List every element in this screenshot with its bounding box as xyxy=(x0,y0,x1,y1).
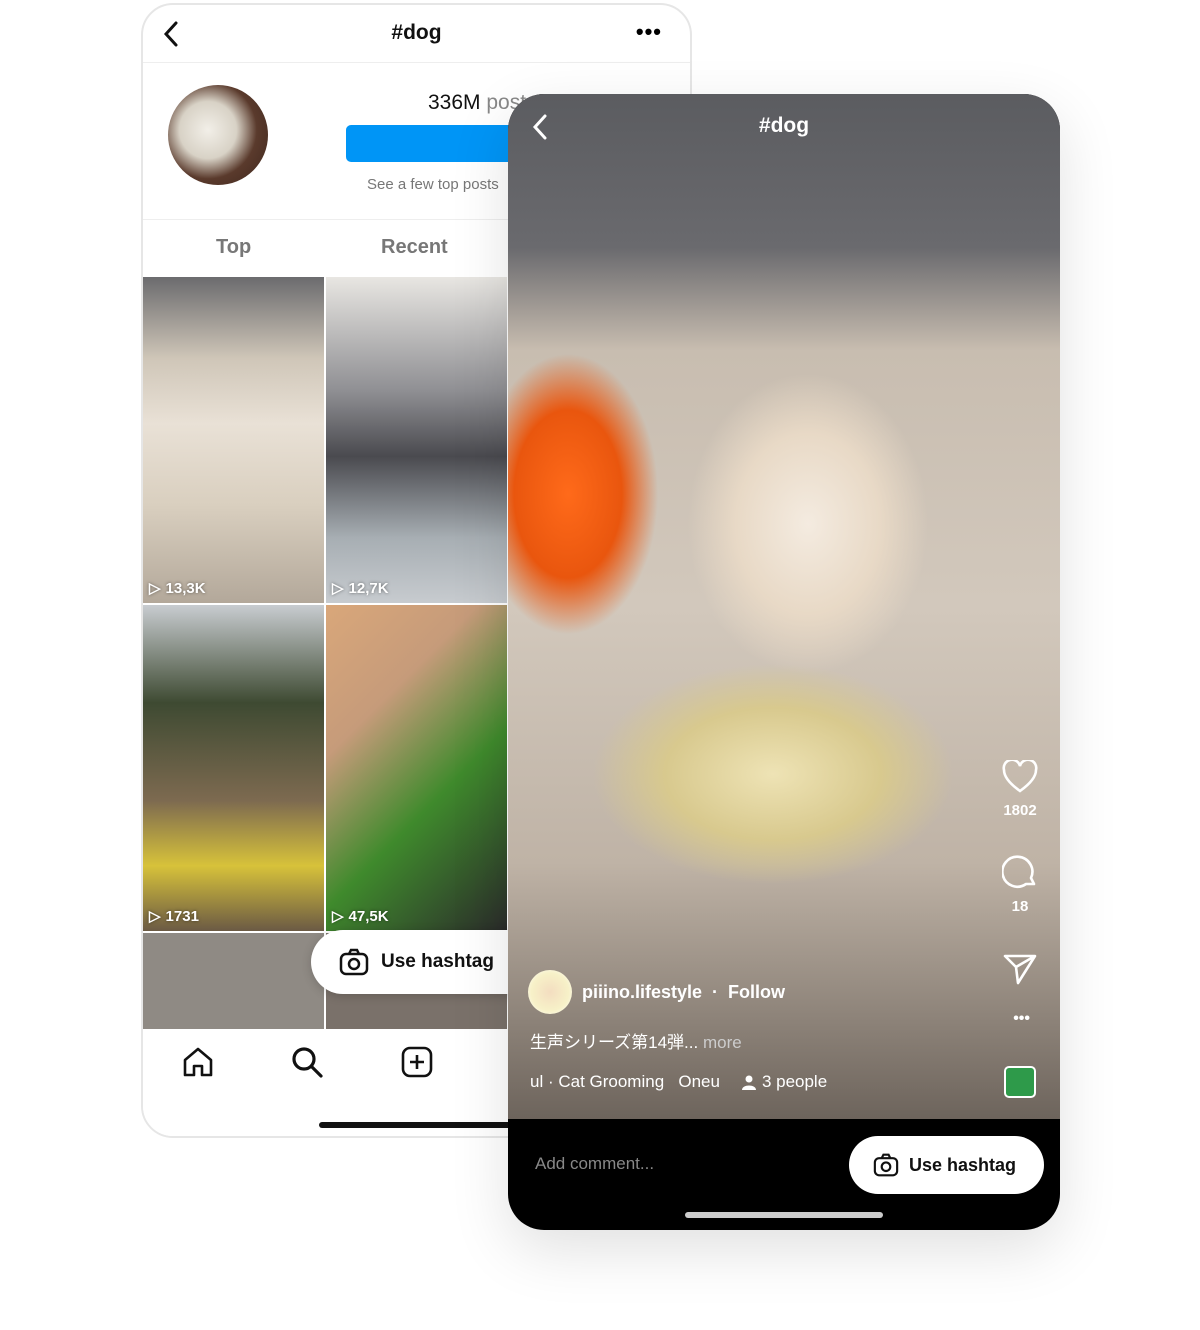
like-count: 1802 xyxy=(1003,802,1037,819)
reel-title: #dog xyxy=(758,114,810,137)
reel-viewer-phone: #dog 1802 18 ••• piiino.lifestyle · Foll… xyxy=(508,94,1060,1230)
comment-count: 18 xyxy=(1011,898,1029,915)
more-link[interactable]: more xyxy=(703,1033,742,1052)
heart-icon[interactable] xyxy=(1002,758,1038,794)
follow-link[interactable]: Follow xyxy=(728,982,785,1003)
home-indicator xyxy=(685,1212,883,1218)
play-icon: ▷ xyxy=(149,580,161,597)
use-hashtag-button[interactable]: Use hashtag xyxy=(849,1136,1044,1194)
tagged-people[interactable]: 3 people xyxy=(741,1072,827,1092)
audio-thumbnail[interactable] xyxy=(1004,1066,1036,1098)
play-icon: ▷ xyxy=(149,908,161,925)
hashtag-avatar xyxy=(168,85,268,185)
grid-post[interactable]: ▷ 1731 xyxy=(143,605,324,931)
camera-icon xyxy=(339,948,369,976)
home-icon[interactable] xyxy=(181,1045,215,1079)
use-hashtag-button[interactable]: Use hashtag xyxy=(311,930,541,994)
add-comment-input[interactable]: Add comment... xyxy=(535,1154,654,1174)
more-icon[interactable]: ••• xyxy=(636,19,662,45)
caption: 生声シリーズ第14弾... more xyxy=(530,1033,742,1052)
grid-post[interactable]: ▷ 47,5K xyxy=(326,605,507,931)
more-options-icon[interactable]: ••• xyxy=(1013,1010,1030,1028)
author-username[interactable]: piiino.lifestyle xyxy=(582,982,702,1003)
grid-post[interactable]: ▷ 12,7K xyxy=(326,277,507,603)
see-top-posts-text: See a few top posts xyxy=(367,176,499,193)
page-title: #dog xyxy=(391,21,442,44)
grid-post[interactable]: ▷ 13,3K xyxy=(143,277,324,603)
play-icon: ▷ xyxy=(332,908,344,925)
reel-meta: ul · Cat Grooming Oneu 3 people xyxy=(530,1072,827,1092)
search-icon[interactable] xyxy=(290,1045,324,1079)
person-icon xyxy=(741,1075,756,1090)
camera-icon xyxy=(873,1153,899,1177)
add-post-icon[interactable] xyxy=(400,1045,434,1079)
play-icon: ▷ xyxy=(332,580,344,597)
comment-group: 18 xyxy=(1001,854,1038,915)
author-row: piiino.lifestyle · Follow xyxy=(528,970,785,1014)
tab-top[interactable]: Top xyxy=(216,236,251,259)
comment-icon[interactable] xyxy=(1001,854,1038,890)
share-icon[interactable] xyxy=(1002,952,1038,986)
tab-recent[interactable]: Recent xyxy=(381,236,448,259)
grid-post[interactable] xyxy=(143,933,324,1029)
audio-label[interactable]: ul · Cat Grooming Oneu xyxy=(530,1072,720,1092)
like-group: 1802 xyxy=(1002,758,1038,819)
header: #dog ••• xyxy=(143,5,690,63)
reel-video[interactable] xyxy=(508,94,1060,1119)
author-avatar[interactable] xyxy=(528,970,572,1014)
